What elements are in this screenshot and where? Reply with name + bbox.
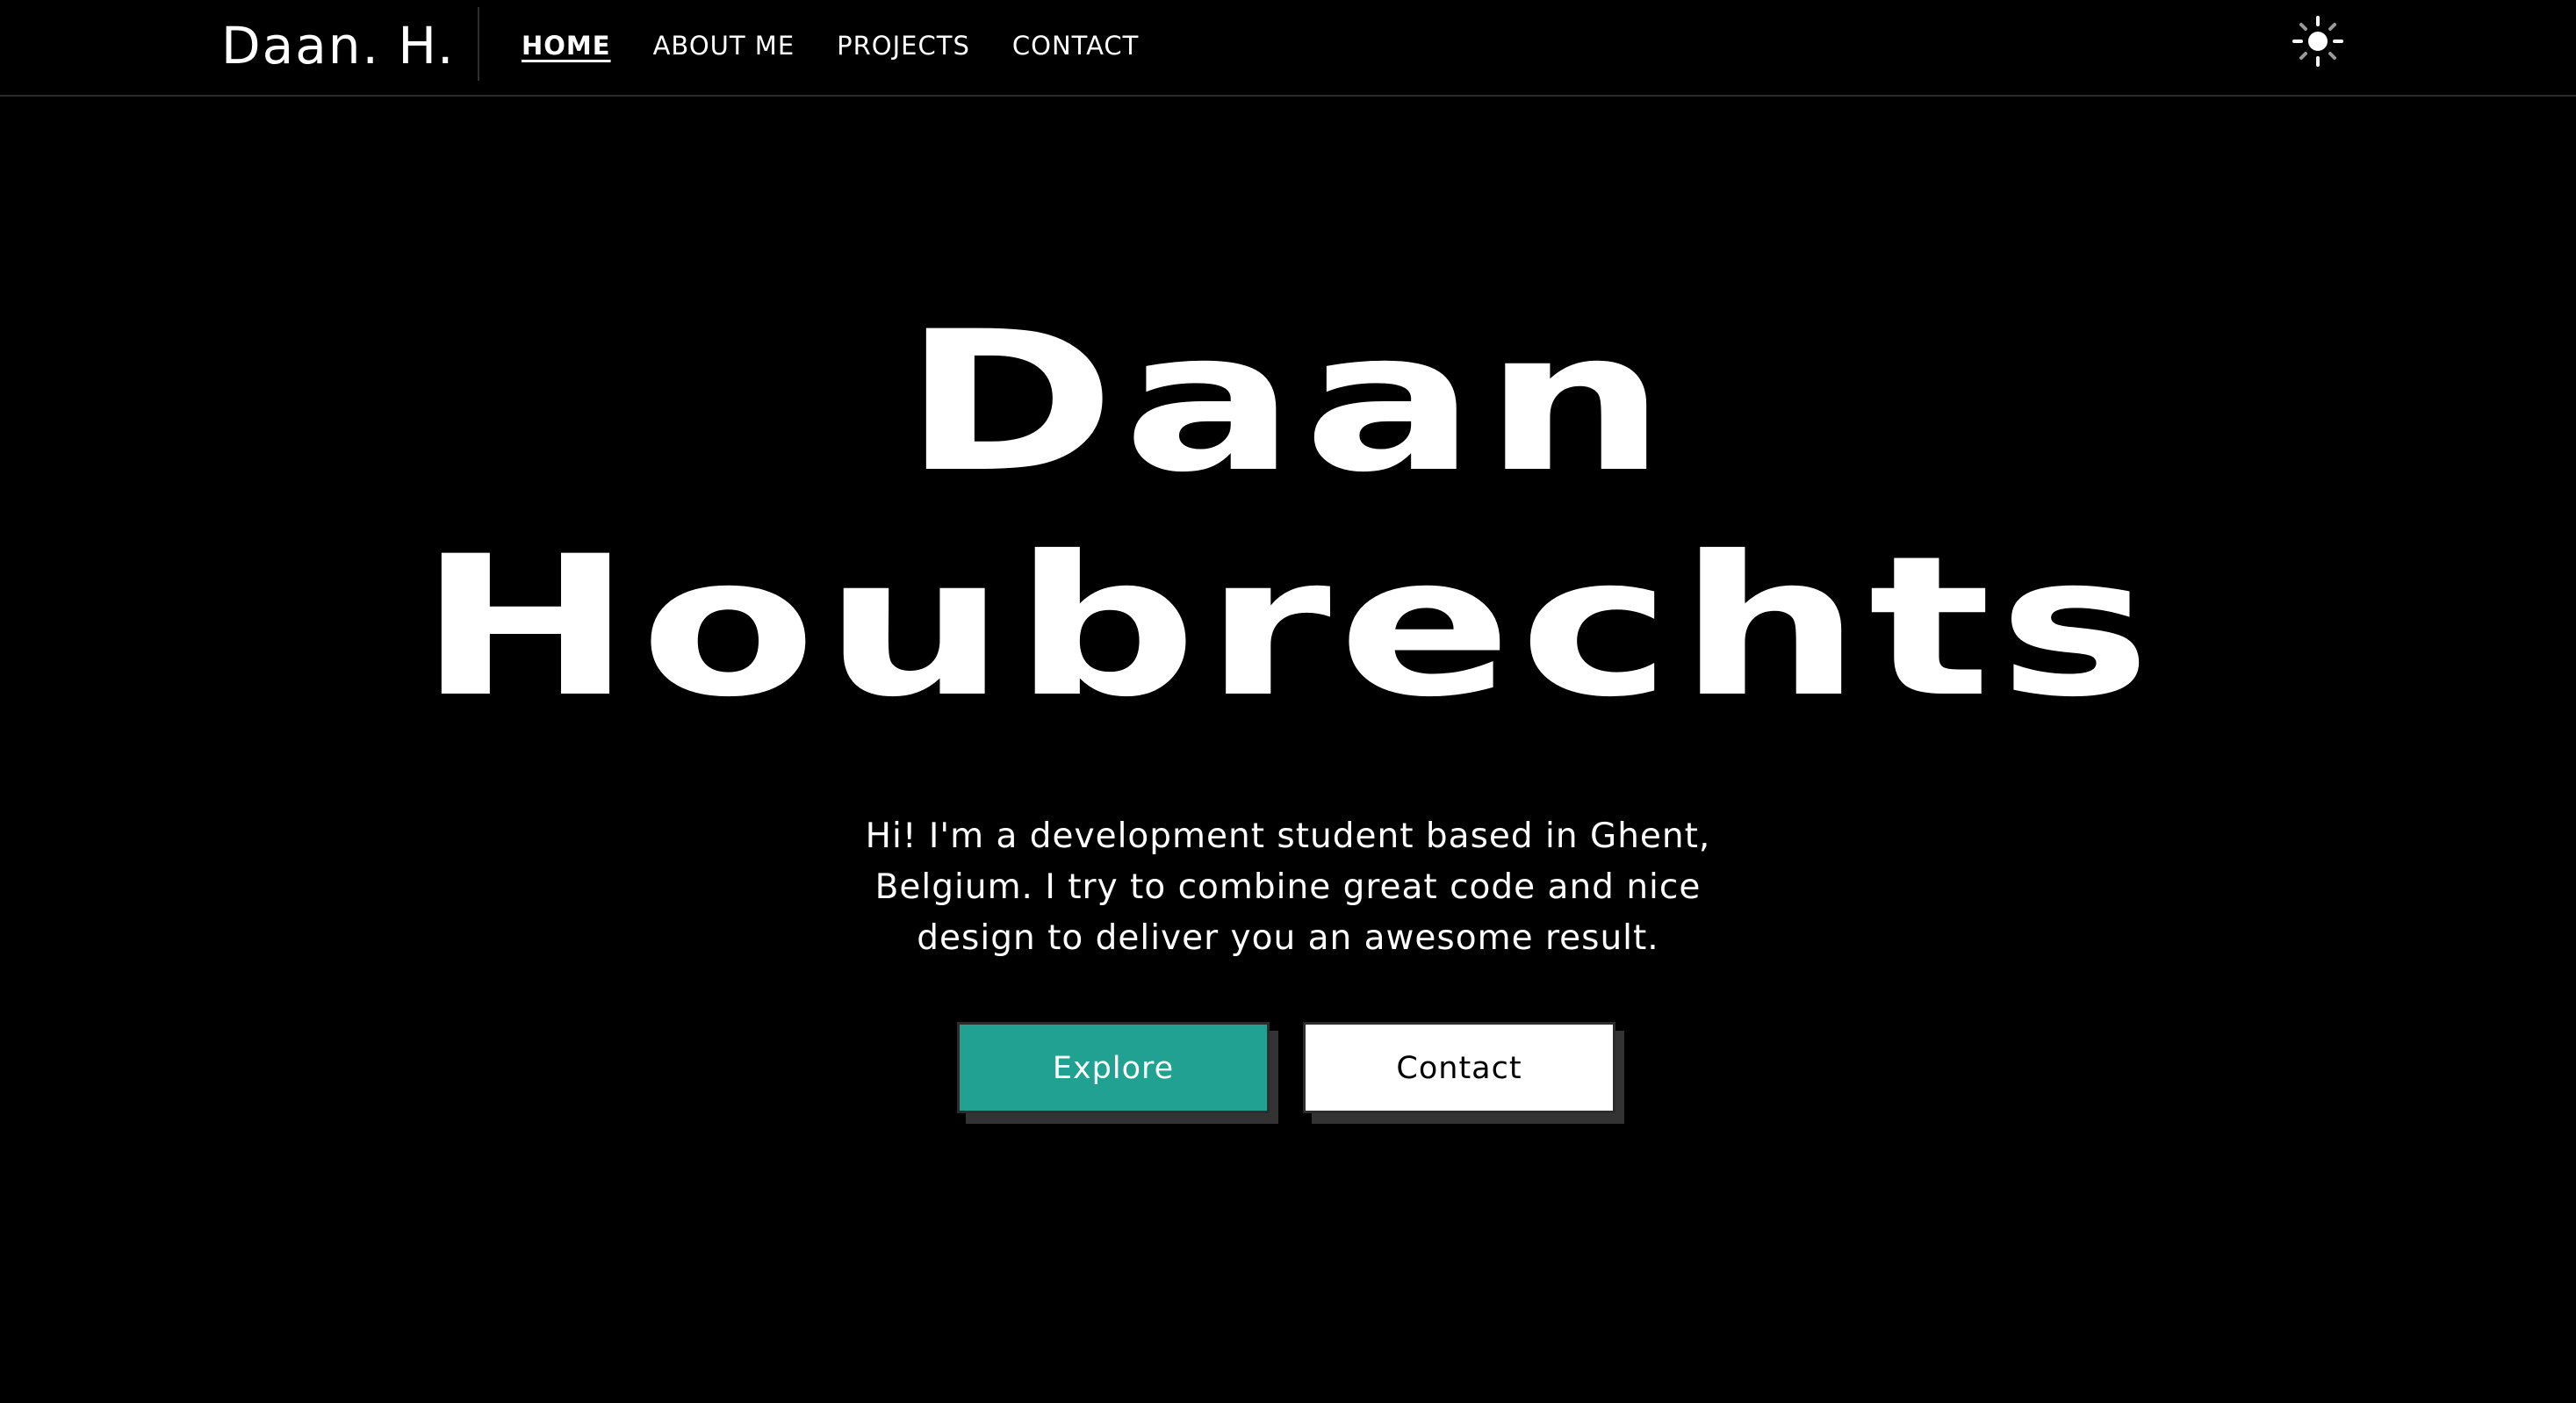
brand-logo[interactable]: Daan. H. (221, 12, 455, 79)
explore-button[interactable]: Explore (957, 1022, 1270, 1113)
contact-button-wrap: Contact (1303, 1022, 1624, 1124)
page: Daan. H. HOME ABOUT ME PROJECTS CONTACT (0, 0, 2576, 1403)
nav-link-projects[interactable]: PROJECTS (837, 26, 970, 65)
theme-toggle-button[interactable] (2292, 15, 2344, 68)
nav-link-about-me[interactable]: ABOUT ME (653, 26, 795, 65)
nav-divider (478, 7, 479, 81)
sun-icon (2292, 16, 2343, 67)
nav-link-contact[interactable]: CONTACT (1012, 26, 1140, 65)
hero-last-name: Houbrechts (418, 514, 2158, 739)
explore-button-wrap: Explore (957, 1022, 1278, 1124)
hero-first-name: Daan (902, 290, 1674, 514)
hero-title: Daan Houbrechts (0, 290, 2576, 739)
nav-link-home[interactable]: HOME (522, 26, 611, 65)
navbar: Daan. H. HOME ABOUT ME PROJECTS CONTACT (0, 0, 2576, 97)
contact-button[interactable]: Contact (1303, 1022, 1615, 1113)
hero-description: Hi! I'm a development student based in G… (865, 817, 1711, 958)
nav-links: HOME ABOUT ME PROJECTS CONTACT (522, 26, 1139, 65)
